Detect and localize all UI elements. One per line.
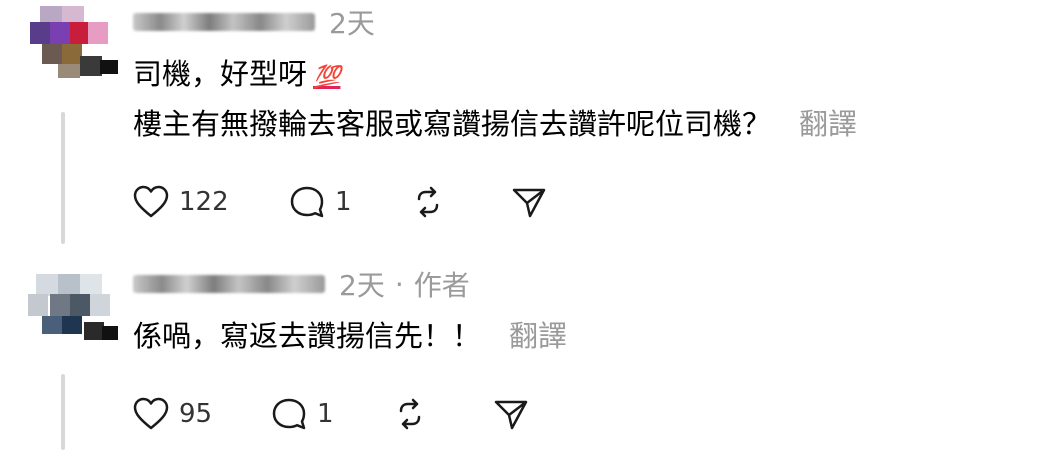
comment-1: 2天 司機，好型呀 💯 樓主有無撥輪去客服或寫讚揚信去讚許呢位司機？ 翻譯 122 … — [0, 0, 1041, 260]
like-button[interactable]: 122 — [133, 185, 289, 219]
like-button[interactable]: 95 — [133, 397, 271, 431]
avatar[interactable] — [22, 0, 118, 78]
comment-text: 係喎，寫返去讚揚信先！！ — [133, 319, 482, 353]
like-count: 122 — [179, 187, 229, 217]
timestamp: 2天 — [339, 269, 385, 302]
comment-text: 司機，好型呀 — [133, 57, 308, 91]
send-icon — [511, 185, 547, 219]
reply-count: 1 — [317, 399, 334, 429]
reply-button[interactable]: 1 — [289, 185, 411, 219]
translate-link[interactable]: 翻譯 — [509, 319, 567, 353]
heart-icon — [133, 397, 169, 431]
separator: · — [394, 267, 404, 301]
comment-text: 樓主有無撥輪去客服或寫讚揚信去讚許呢位司機？ — [133, 107, 772, 141]
like-count: 95 — [179, 399, 213, 429]
send-icon — [493, 397, 529, 431]
reply-button[interactable]: 1 — [271, 397, 393, 431]
hundred-points-icon: 💯 — [313, 65, 341, 90]
thread-line — [61, 374, 65, 450]
comment-text-line-1: 係喎，寫返去讚揚信先！！ 翻譯 — [133, 316, 567, 356]
username-redacted[interactable] — [133, 13, 315, 31]
comment-2: 2天 · 作者 係喎，寫返去讚揚信先！！ 翻譯 95 1 — [0, 258, 1041, 450]
share-button[interactable] — [493, 397, 529, 431]
comment-header: 2天 — [133, 2, 375, 42]
heart-icon — [133, 185, 169, 219]
action-bar: 122 1 — [133, 180, 547, 224]
author-badge: 作者 — [413, 269, 470, 302]
comment-header: 2天 · 作者 — [133, 264, 470, 304]
timestamp: 2天 — [329, 7, 375, 40]
translate-link[interactable]: 翻譯 — [799, 107, 857, 141]
share-button[interactable] — [511, 185, 547, 219]
avatar[interactable] — [22, 268, 118, 340]
reply-count: 1 — [335, 187, 352, 217]
comment-text-line-1: 司機，好型呀 💯 — [133, 54, 340, 98]
thread-line — [61, 112, 65, 244]
action-bar: 95 1 — [133, 392, 529, 436]
repost-button[interactable] — [393, 397, 493, 431]
repost-icon — [393, 397, 427, 431]
comment-bubble-icon — [271, 397, 307, 431]
repost-icon — [411, 185, 445, 219]
comment-text-line-2: 樓主有無撥輪去客服或寫讚揚信去讚許呢位司機？ 翻譯 — [133, 104, 857, 144]
username-redacted[interactable] — [133, 275, 325, 293]
comment-bubble-icon — [289, 185, 325, 219]
repost-button[interactable] — [411, 185, 511, 219]
